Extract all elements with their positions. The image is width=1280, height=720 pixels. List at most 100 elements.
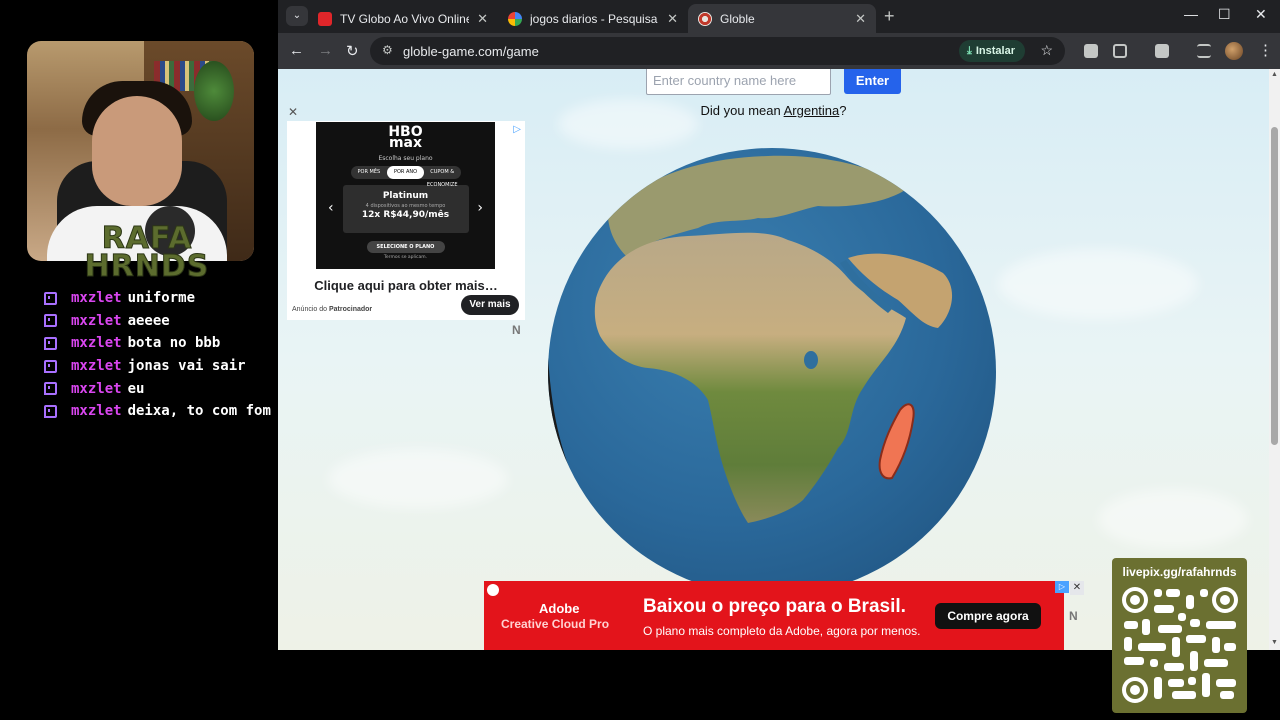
suggestion-link[interactable]: Argentina xyxy=(784,103,840,118)
chat-text: deixa, to com fom xyxy=(127,403,271,420)
country-input[interactable] xyxy=(646,69,831,95)
select-plan-button: SELECIONE O PLANO xyxy=(366,241,445,253)
qr-code xyxy=(1120,585,1240,705)
chevron-right-icon: › xyxy=(477,200,483,216)
profile-avatar[interactable] xyxy=(1225,42,1243,60)
livepix-url: livepix.gg/rafahrnds xyxy=(1122,565,1237,579)
scroll-down-icon[interactable]: ▼ xyxy=(1271,639,1278,646)
ad-headline[interactable]: Clique aqui para obter mais… xyxy=(287,278,525,293)
buy-now-button[interactable]: Compre agora xyxy=(935,603,1041,629)
plan-description: 4 dispositivos ao mesmo tempo xyxy=(365,203,446,209)
tab-title: TV Globo Ao Vivo Online Grátis xyxy=(340,11,470,26)
close-tab-icon[interactable]: ✕ xyxy=(477,11,488,27)
banner-description: O plano mais completo da Adobe, agora po… xyxy=(643,624,921,638)
ad-footer: Anúncio do Patrocinador xyxy=(292,306,372,313)
adobe-brand: Adobe xyxy=(539,601,580,616)
install-icon: ⤓ xyxy=(966,45,972,57)
browser-window: ⌄ TV Globo Ao Vivo Online Grátis ✕ jogos… xyxy=(278,0,1280,650)
close-tab-icon[interactable]: ✕ xyxy=(855,11,866,27)
tab-tv-globo[interactable]: TV Globo Ao Vivo Online Grátis ✕ xyxy=(308,4,498,33)
maximize-icon[interactable]: ☐ xyxy=(1218,6,1231,23)
page-scrollbar[interactable]: ▲ ▼ xyxy=(1269,69,1280,650)
bookmark-star-icon[interactable]: ☆ xyxy=(1040,42,1053,59)
globe-map xyxy=(548,155,953,523)
lake-victoria xyxy=(804,351,818,369)
globe[interactable] xyxy=(548,148,996,596)
install-label: Instalar xyxy=(975,45,1015,57)
minimize-icon[interactable]: — xyxy=(1184,6,1198,22)
ad-footer-prefix: Anúncio do xyxy=(292,306,329,313)
address-bar[interactable]: ⚙ globle-game.com/game ⤓ Instalar ☆ xyxy=(370,37,1065,65)
twitch-icon xyxy=(44,291,57,305)
cloud xyxy=(998,249,1198,319)
chevron-left-icon: ‹ xyxy=(328,200,334,216)
logo-line-2: HRNDS xyxy=(84,249,210,284)
hbo-max-ad-image[interactable]: HBO max Escolha seu plano POR MÊS POR ANO… xyxy=(316,122,495,269)
site-info-icon[interactable]: ⚙ xyxy=(382,43,393,57)
toggle-yearly: POR ANO xyxy=(387,166,424,179)
close-window-icon[interactable]: ✕ xyxy=(1255,6,1267,23)
translate-icon[interactable] xyxy=(1155,44,1169,58)
twitch-icon xyxy=(44,382,57,396)
globle-icon xyxy=(698,11,712,26)
toggle-monthly: POR MÊS xyxy=(357,169,381,175)
suggestion-prefix: Did you mean xyxy=(700,103,784,118)
tab-title: jogos diarios - Pesquisa Google xyxy=(530,11,659,26)
ver-mais-button[interactable]: Ver mais xyxy=(461,295,519,315)
close-banner-icon[interactable]: ✕ xyxy=(1070,581,1084,595)
twitch-icon xyxy=(44,336,57,350)
screen: RAFA HRNDS mxzlet uniforme mxzlet aeeee mx… xyxy=(0,0,1280,720)
adobe-product: Creative Cloud Pro xyxy=(501,617,610,631)
chat-text: bota no bbb xyxy=(127,335,221,352)
new-tab-icon[interactable]: + xyxy=(884,6,895,27)
twitch-icon xyxy=(44,359,57,373)
plan-card: Platinum 4 dispositivos ao mesmo tempo 1… xyxy=(342,185,469,233)
ad-network-icon: N xyxy=(512,323,521,337)
chat-text: aeeee xyxy=(127,312,170,329)
ad-network-icon: N xyxy=(1069,609,1078,623)
terms-text: Termos se aplicam. xyxy=(383,255,428,260)
install-app-button[interactable]: ⤓ Instalar xyxy=(958,40,1025,62)
cloud xyxy=(328,449,508,509)
google-icon xyxy=(508,11,522,26)
tab-google-search[interactable]: jogos diarios - Pesquisa Google ✕ xyxy=(498,4,688,33)
plan-price: 12x R$44,90/mês xyxy=(361,210,450,220)
extensions-puzzle-icon[interactable] xyxy=(1113,44,1127,58)
adobe-banner-ad[interactable]: ▷ ✕ Adobe Creative Cloud Pro Baixou o pr… xyxy=(484,581,1084,650)
url-text[interactable]: globle-game.com/game xyxy=(403,44,539,59)
tab-search-button[interactable]: ⌄ xyxy=(286,6,308,26)
side-ad[interactable]: ▷ HBO max Escolha seu plano POR MÊS POR A… xyxy=(287,121,525,320)
africa-landmass xyxy=(594,232,906,523)
chat-username: mxzlet xyxy=(71,358,122,375)
forward-icon[interactable]: → xyxy=(318,42,333,59)
ad-choices-icon[interactable]: ▷ xyxy=(513,124,521,135)
streamer-logo: RAFA HRNDS xyxy=(62,223,232,284)
madagascar xyxy=(878,403,915,480)
chat-username: mxzlet xyxy=(71,290,122,307)
extension-icon[interactable] xyxy=(1084,44,1098,58)
scrollbar-thumb[interactable] xyxy=(1271,127,1278,445)
scroll-up-icon[interactable]: ▲ xyxy=(1271,71,1278,78)
enter-button[interactable]: Enter xyxy=(844,69,901,94)
chat-text: eu xyxy=(127,380,145,397)
close-tab-icon[interactable]: ✕ xyxy=(667,11,678,27)
chat-text: uniforme xyxy=(127,290,196,307)
tab-globle[interactable]: Globle ✕ xyxy=(688,4,876,33)
hbo-max-logo: HBO max xyxy=(316,122,495,150)
menu-kebab-icon[interactable]: ⋮ xyxy=(1258,41,1273,59)
toggle-coupon: CUPOM & ECONOMIZE xyxy=(426,169,458,188)
ad-sponsor: Patrocinador xyxy=(328,306,373,313)
livepix-qr-panel: livepix.gg/rafahrnds xyxy=(1112,558,1247,713)
ad-subtitle: Escolha seu plano xyxy=(378,155,433,162)
back-icon[interactable]: ← xyxy=(289,42,304,59)
twitch-icon xyxy=(44,404,57,418)
reload-icon[interactable]: ↻ xyxy=(346,42,359,60)
close-ad-icon[interactable]: ✕ xyxy=(288,105,298,119)
browser-toolbar: ← → ↻ ⚙ globle-game.com/game ⤓ Instalar ☆… xyxy=(278,33,1280,69)
tab-title: Globle xyxy=(720,11,755,26)
media-controls-icon[interactable] xyxy=(1197,44,1211,58)
ad-choices-icon[interactable]: ▷ xyxy=(1055,581,1069,593)
tab-strip: ⌄ TV Globo Ao Vivo Online Grátis ✕ jogos… xyxy=(278,0,1280,33)
suggestion-suffix: ? xyxy=(839,103,847,118)
chat-username: mxzlet xyxy=(71,380,122,397)
